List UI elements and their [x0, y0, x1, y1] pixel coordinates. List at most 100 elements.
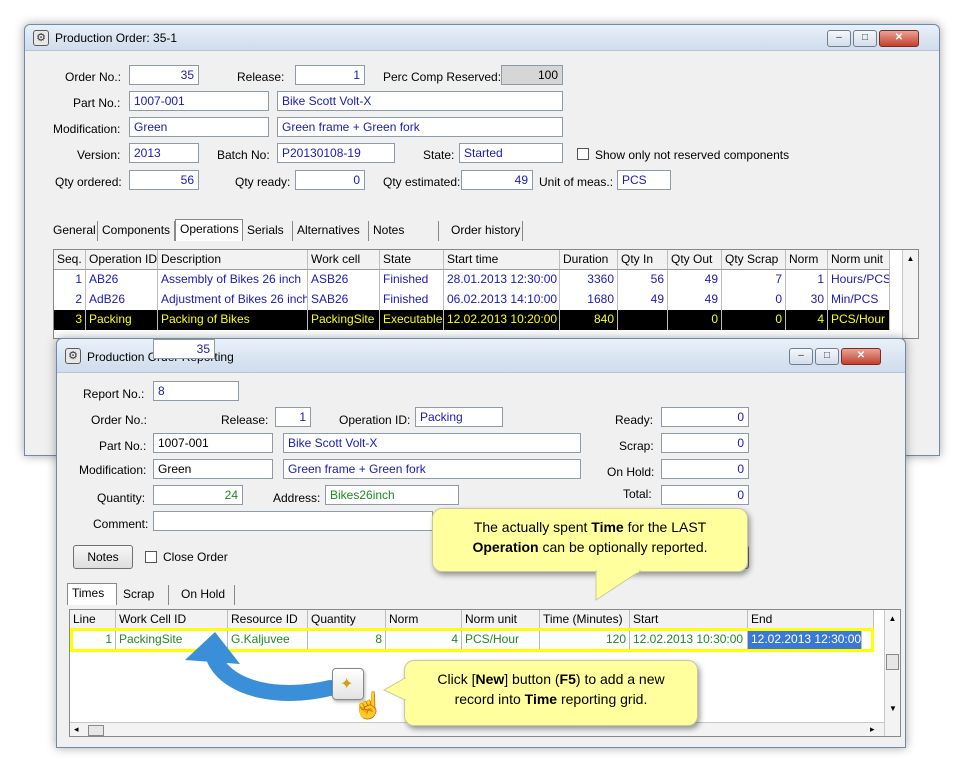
ready-field[interactable]: 0 — [661, 407, 749, 427]
tab-on-hold[interactable]: On Hold — [177, 585, 235, 605]
part-no-label: Part No.: — [99, 439, 147, 453]
scroll-left-icon[interactable]: ◂ — [74, 724, 79, 735]
grid-header-quantity[interactable]: Quantity — [308, 610, 386, 630]
close-button[interactable]: ✕ — [879, 30, 919, 47]
qty-estimated-label: Qty estimated: — [383, 175, 461, 189]
callout-bold: Time — [591, 519, 624, 535]
tab-order-history[interactable]: Order history — [447, 221, 523, 241]
grid-header-work-cell-id[interactable]: Work Cell ID — [116, 610, 228, 630]
table-row[interactable]: 2 AdB26 Adjustment of Bikes 26 inch SAB2… — [54, 290, 890, 310]
release-label: Release: — [237, 70, 285, 84]
qty-ready-label: Qty ready: — [235, 175, 291, 189]
batch-no-label: Batch No: — [217, 148, 270, 162]
grid-header-norm-unit[interactable]: Norm unit — [462, 610, 540, 630]
grid-header-description[interactable]: Description — [158, 250, 308, 270]
cell-description: Adjustment of Bikes 26 inch — [158, 290, 308, 310]
app-icon: ⚙ — [65, 348, 81, 364]
order-no-field[interactable]: 35 — [129, 65, 199, 85]
grid-header-state[interactable]: State — [380, 250, 444, 270]
scroll-thumb[interactable] — [88, 725, 104, 736]
qty-ordered-field[interactable]: 56 — [129, 170, 199, 190]
times-grid-scrollbar[interactable]: ▲ ▼ — [884, 610, 900, 736]
grid-header-line[interactable]: Line — [70, 610, 116, 630]
minimize-button[interactable]: – — [827, 30, 851, 47]
part-description-field[interactable]: Bike Scott Volt-X — [283, 433, 581, 453]
quantity-label: Quantity: — [97, 491, 146, 505]
comment-field[interactable] — [153, 511, 433, 531]
title-bar[interactable]: ⚙ Production Order: 35-1 – □ ✕ — [25, 25, 939, 51]
scroll-up-icon[interactable]: ▲ — [885, 614, 900, 623]
grid-header-operation-id[interactable]: Operation ID — [86, 250, 158, 270]
operation-id-field[interactable]: Packing — [415, 407, 503, 427]
cell-norm: 4 — [786, 310, 828, 330]
modification-description-field[interactable]: Green frame + Green fork — [283, 459, 581, 479]
modification-description-field[interactable]: Green frame + Green fork — [277, 117, 563, 137]
grid-header-end[interactable]: End — [748, 610, 874, 630]
callout-text: for the LAST — [623, 519, 707, 535]
tab-alternatives[interactable]: Alternatives — [293, 221, 369, 241]
unit-of-meas-field[interactable]: PCS — [617, 170, 671, 190]
grid-header-start-time[interactable]: Start time — [444, 250, 560, 270]
maximize-button[interactable]: □ — [815, 348, 839, 365]
modification-field[interactable]: Green — [153, 459, 273, 479]
grid-header-resource-id[interactable]: Resource ID — [228, 610, 308, 630]
grid-header-qty-in[interactable]: Qty In — [618, 250, 668, 270]
grid-header-norm-unit[interactable]: Norm unit — [828, 250, 890, 270]
order-no-field[interactable]: 35 — [153, 339, 215, 359]
on-hold-field[interactable]: 0 — [661, 459, 749, 479]
tab-notes[interactable]: Notes — [369, 221, 439, 241]
grid-header-work-cell[interactable]: Work cell — [308, 250, 380, 270]
qty-estimated-field[interactable]: 49 — [461, 170, 533, 190]
grid-header-norm[interactable]: Norm — [786, 250, 828, 270]
grid-header-time-minutes[interactable]: Time (Minutes) — [540, 610, 630, 630]
grid-header-seq[interactable]: Seq. — [54, 250, 86, 270]
part-no-field[interactable]: 1007-001 — [153, 433, 273, 453]
cell-qty-scrap: 0 — [722, 310, 786, 330]
tab-operations[interactable]: Operations — [175, 219, 243, 241]
grid-header-norm[interactable]: Norm — [386, 610, 462, 630]
grid-header-qty-scrap[interactable]: Qty Scrap — [722, 250, 786, 270]
grid-header-duration[interactable]: Duration — [560, 250, 618, 270]
callout-time-report: The actually spent Time for the LAST Ope… — [432, 508, 748, 572]
tab-general[interactable]: General — [49, 221, 98, 241]
callout-bold: F5 — [559, 671, 576, 687]
scrap-field[interactable]: 0 — [661, 433, 749, 453]
tab-components[interactable]: Components — [98, 221, 175, 241]
modification-field[interactable]: Green — [129, 117, 269, 137]
operations-grid[interactable]: Seq. Operation ID Description Work cell … — [53, 249, 919, 339]
notes-button[interactable]: Notes — [73, 545, 133, 569]
show-only-not-reserved-checkbox[interactable] — [577, 148, 589, 160]
scroll-up-icon[interactable]: ▲ — [903, 254, 918, 263]
table-row[interactable]: 1 AB26 Assembly of Bikes 26 inch ASB26 F… — [54, 270, 890, 290]
minimize-button[interactable]: – — [789, 348, 813, 365]
report-no-field[interactable]: 8 — [153, 381, 239, 401]
close-button[interactable]: ✕ — [841, 348, 881, 365]
address-field[interactable]: Bikes26inch — [325, 485, 459, 505]
close-order-checkbox[interactable] — [145, 551, 157, 563]
grid-header-start[interactable]: Start — [630, 610, 748, 630]
version-field[interactable]: 2013 — [129, 143, 199, 163]
quantity-field[interactable]: 24 — [153, 485, 243, 505]
tab-times[interactable]: Times — [67, 583, 117, 605]
table-row-selected[interactable]: 3 Packing Packing of Bikes PackingSite E… — [54, 310, 890, 330]
tab-scrap[interactable]: Scrap — [119, 585, 169, 605]
grid-header-qty-out[interactable]: Qty Out — [668, 250, 722, 270]
tab-serials[interactable]: Serials — [243, 221, 293, 241]
hand-cursor-icon: ☝ — [352, 690, 385, 720]
release-field[interactable]: 1 — [275, 407, 311, 427]
row-highlight — [70, 628, 874, 652]
part-description-field[interactable]: Bike Scott Volt-X — [277, 91, 563, 111]
operations-grid-scrollbar[interactable]: ▲ — [902, 250, 918, 338]
batch-no-field[interactable]: P20130108-19 — [277, 143, 395, 163]
qty-ready-field[interactable]: 0 — [295, 170, 365, 190]
report-no-label: Report No.: — [83, 387, 145, 401]
scroll-thumb[interactable] — [886, 654, 899, 670]
maximize-button[interactable]: □ — [853, 30, 877, 47]
part-no-field[interactable]: 1007-001 — [129, 91, 269, 111]
cell-qty-scrap: 7 — [722, 270, 786, 290]
release-field[interactable]: 1 — [295, 65, 365, 85]
scroll-down-icon[interactable]: ▼ — [885, 704, 900, 713]
scroll-right-icon[interactable]: ▸ — [870, 724, 875, 735]
state-field[interactable]: Started — [459, 143, 563, 163]
callout-bold: Operation — [472, 539, 539, 555]
